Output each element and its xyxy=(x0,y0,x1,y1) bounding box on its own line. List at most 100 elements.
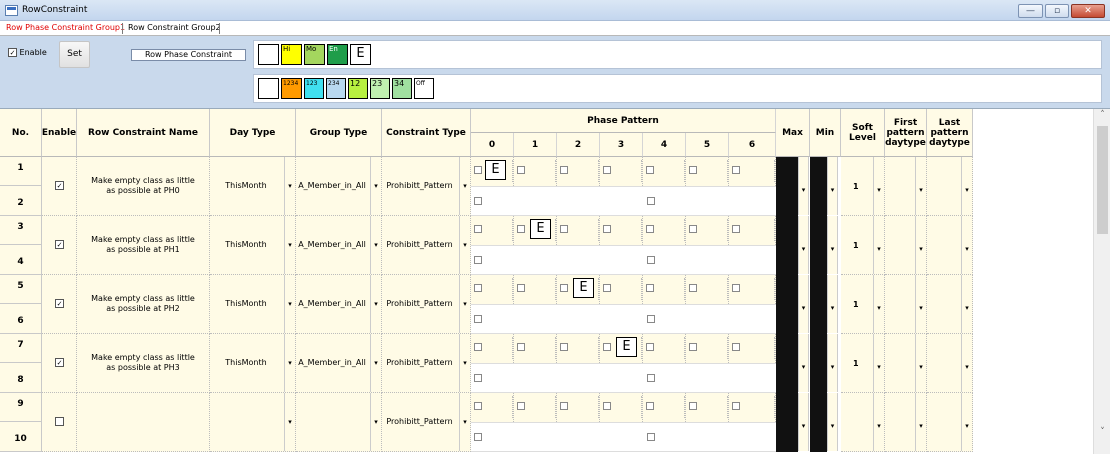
min-value-cell[interactable] xyxy=(810,275,827,334)
last-pattern-daytype-cell[interactable]: ▾ xyxy=(927,216,973,275)
dropdown-arrow-icon[interactable]: ▾ xyxy=(284,157,295,215)
phase-checkbox[interactable] xyxy=(603,225,611,233)
first-pattern-daytype-cell[interactable]: ▾ xyxy=(885,393,927,452)
phase-checkbox[interactable] xyxy=(732,225,740,233)
first-pattern-daytype-cell[interactable]: ▾ xyxy=(885,334,927,393)
header-last-pattern-daytype[interactable]: Last pattern daytype xyxy=(927,109,973,157)
phase-cell[interactable] xyxy=(686,216,729,245)
header-soft-level[interactable]: Soft Level xyxy=(841,109,885,157)
header-first-pattern-daytype[interactable]: First pattern daytype xyxy=(885,109,927,157)
phase-checkbox[interactable] xyxy=(474,315,482,323)
phase-checkbox[interactable] xyxy=(603,343,611,351)
phase-cell[interactable] xyxy=(729,216,776,245)
palette-button-mo[interactable]: Mo xyxy=(304,44,325,65)
dropdown-arrow-icon[interactable]: ▾ xyxy=(827,393,838,451)
palette-button-hi[interactable]: Hi xyxy=(281,44,302,65)
phase-cell[interactable] xyxy=(471,216,514,245)
phase-checkbox[interactable] xyxy=(646,343,654,351)
phase-cell[interactable] xyxy=(643,334,686,363)
dropdown-arrow-icon[interactable]: ▾ xyxy=(370,157,381,215)
min-value-cell[interactable] xyxy=(810,216,827,275)
phase-checkbox[interactable] xyxy=(689,402,697,410)
soft-level-cell[interactable]: ▾ xyxy=(841,393,885,452)
phase-cell[interactable] xyxy=(686,275,729,304)
phase-pattern-lower[interactable] xyxy=(643,422,776,452)
phase-cell[interactable] xyxy=(643,275,686,304)
row-day-type-cell[interactable]: ThisMonth ▾ xyxy=(210,157,296,216)
phase-cell[interactable] xyxy=(557,334,600,363)
dropdown-arrow-icon[interactable]: ▾ xyxy=(915,157,926,215)
phase-checkbox[interactable] xyxy=(603,402,611,410)
dropdown-arrow-icon[interactable]: ▾ xyxy=(961,275,972,333)
row-group-type-cell[interactable]: A_Member_in_All ▾ xyxy=(296,275,382,334)
phase-checkbox[interactable] xyxy=(603,284,611,292)
row-enable-checkbox[interactable]: ✓ xyxy=(55,240,64,249)
dropdown-arrow-icon[interactable]: ▾ xyxy=(798,216,809,274)
phase-cell[interactable] xyxy=(600,216,643,245)
dropdown-arrow-icon[interactable]: ▾ xyxy=(873,334,884,392)
palette-button-blank[interactable] xyxy=(258,78,279,99)
phase-checkbox[interactable] xyxy=(560,166,568,174)
phase-checkbox[interactable] xyxy=(689,225,697,233)
phase-checkbox[interactable] xyxy=(732,166,740,174)
enable-checkbox[interactable]: ✓ Enable xyxy=(8,48,47,57)
phase-cell[interactable] xyxy=(514,157,557,186)
phase-checkbox[interactable] xyxy=(646,284,654,292)
soft-level-cell[interactable]: 1 ▾ xyxy=(841,157,885,216)
phase-checkbox[interactable] xyxy=(560,225,568,233)
phase-e-marker[interactable]: E xyxy=(485,160,506,180)
dropdown-arrow-icon[interactable]: ▾ xyxy=(459,157,470,215)
soft-level-cell[interactable]: 1 ▾ xyxy=(841,216,885,275)
dropdown-arrow-icon[interactable]: ▾ xyxy=(873,216,884,274)
phase-pattern-lower[interactable] xyxy=(471,186,643,216)
dropdown-arrow-icon[interactable]: ▾ xyxy=(798,393,809,451)
dropdown-arrow-icon[interactable]: ▾ xyxy=(370,334,381,392)
row-constraint-type-cell[interactable]: Prohibitt_Pattern ▾ xyxy=(382,334,471,393)
phase-checkbox[interactable] xyxy=(517,166,525,174)
header-enable[interactable]: Enable xyxy=(42,109,77,157)
first-pattern-daytype-cell[interactable]: ▾ xyxy=(885,216,927,275)
soft-level-cell[interactable]: 1 ▾ xyxy=(841,334,885,393)
phase-cell[interactable]: E xyxy=(514,216,557,245)
phase-pattern-lower[interactable] xyxy=(471,363,643,393)
dropdown-arrow-icon[interactable]: ▾ xyxy=(284,334,295,392)
set-button[interactable]: Set xyxy=(59,41,90,68)
dropdown-arrow-icon[interactable]: ▾ xyxy=(915,334,926,392)
dropdown-arrow-icon[interactable]: ▾ xyxy=(459,216,470,274)
phase-cell[interactable] xyxy=(600,157,643,186)
header-group-type[interactable]: Group Type xyxy=(296,109,382,157)
phase-cell[interactable] xyxy=(729,157,776,186)
row-constraint-name[interactable]: Make empty class as little as possible a… xyxy=(77,334,210,393)
phase-cell[interactable] xyxy=(514,334,557,363)
header-phase-2[interactable]: 2 xyxy=(557,133,600,157)
phase-checkbox[interactable] xyxy=(732,402,740,410)
last-pattern-daytype-cell[interactable]: ▾ xyxy=(927,275,973,334)
phase-checkbox[interactable] xyxy=(517,284,525,292)
phase-pattern-lower[interactable] xyxy=(643,186,776,216)
phase-checkbox[interactable] xyxy=(647,433,655,441)
phase-checkbox[interactable] xyxy=(474,374,482,382)
soft-level-cell[interactable]: 1 ▾ xyxy=(841,275,885,334)
row-group-type-cell[interactable]: A_Member_in_All ▾ xyxy=(296,157,382,216)
row-enable-checkbox[interactable]: ✓ xyxy=(55,358,64,367)
maximize-button[interactable]: ▫ xyxy=(1045,4,1069,18)
phase-cell[interactable] xyxy=(729,275,776,304)
phase-cell[interactable] xyxy=(729,393,776,422)
dropdown-arrow-icon[interactable]: ▾ xyxy=(284,275,295,333)
dropdown-arrow-icon[interactable]: ▾ xyxy=(873,157,884,215)
dropdown-arrow-icon[interactable]: ▾ xyxy=(284,216,295,274)
row-day-type-cell[interactable]: ThisMonth ▾ xyxy=(210,216,296,275)
row-constraint-name[interactable]: Make empty class as little as possible a… xyxy=(77,216,210,275)
header-max[interactable]: Max xyxy=(776,109,810,157)
phase-pattern-lower[interactable] xyxy=(643,304,776,334)
phase-checkbox[interactable] xyxy=(647,197,655,205)
dropdown-arrow-icon[interactable]: ▾ xyxy=(961,157,972,215)
phase-cell[interactable] xyxy=(643,216,686,245)
phase-checkbox[interactable] xyxy=(517,343,525,351)
phase-cell[interactable]: E xyxy=(557,275,600,304)
row-constraint-type-cell[interactable]: Prohibitt_Pattern ▾ xyxy=(382,275,471,334)
phase-cell[interactable] xyxy=(600,393,643,422)
phase-checkbox[interactable] xyxy=(560,343,568,351)
max-value-cell[interactable] xyxy=(776,157,798,216)
palette-button-34[interactable]: 34 xyxy=(392,78,412,99)
